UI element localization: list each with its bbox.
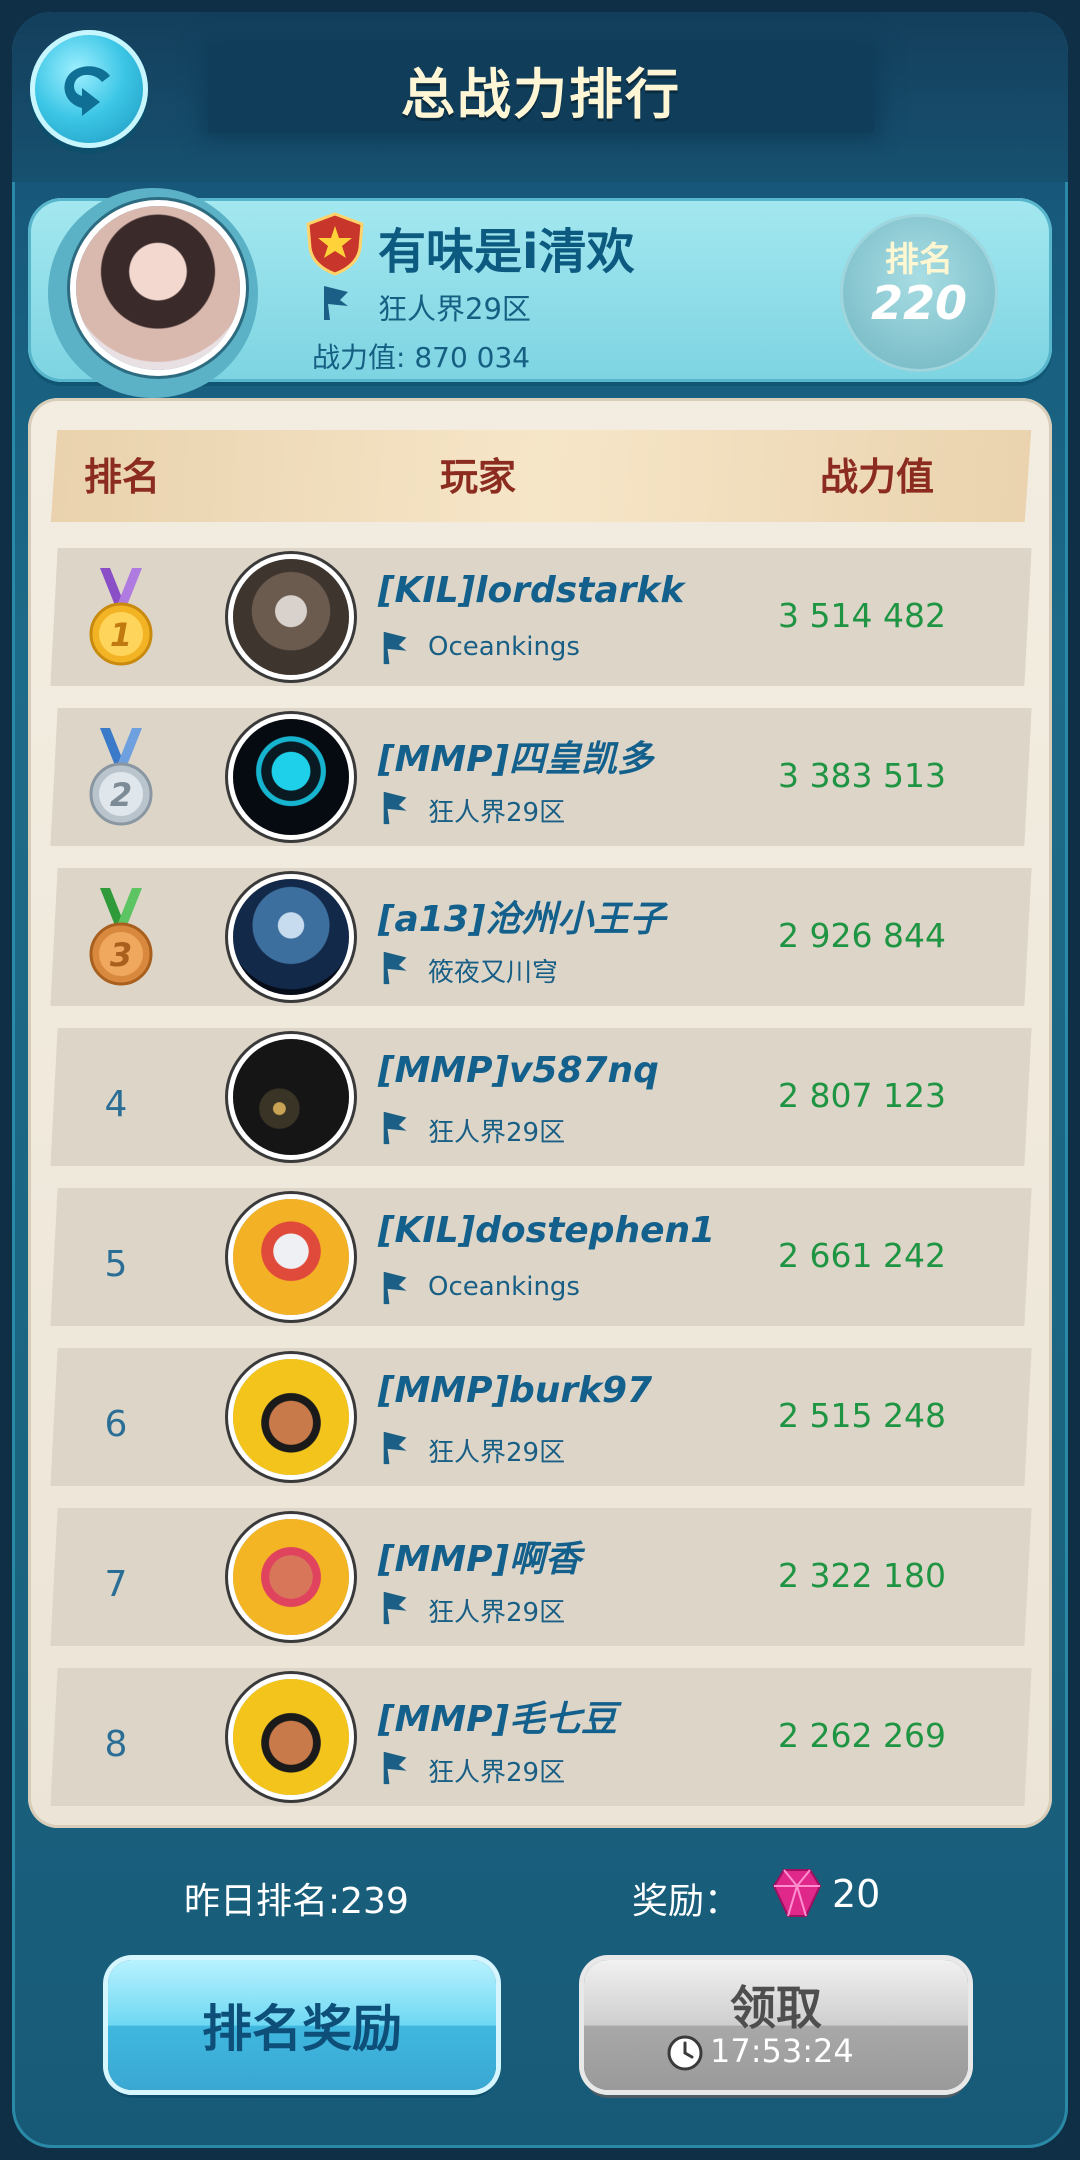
- rank-number: 7: [104, 1564, 128, 1605]
- claim-timer: 17:53:24: [710, 2032, 854, 2070]
- rank-number: 6: [104, 1404, 128, 1445]
- flag-icon: [383, 1751, 407, 1785]
- back-arrow-icon: [64, 66, 110, 116]
- flag-icon: [383, 631, 407, 665]
- my-rank-label: 排名: [885, 240, 953, 280]
- flag-icon: [383, 1431, 407, 1465]
- player-server: 狂人界29区: [428, 1598, 566, 1628]
- player-avatar[interactable]: [233, 559, 349, 675]
- player-power: 2 807 123: [778, 1076, 946, 1115]
- shield-badge-icon: [306, 212, 364, 276]
- back-button[interactable]: [30, 30, 148, 148]
- player-name: [MMP]毛七豆: [378, 1699, 617, 1740]
- yesterday-rank: 昨日排名:239: [184, 1881, 409, 1922]
- player-name: [KIL]lordstarkk: [378, 570, 685, 611]
- player-name: [MMP]啊香: [378, 1539, 581, 1580]
- player-name: [MMP]burk97: [378, 1370, 653, 1411]
- bronze-medal-icon: 3: [89, 888, 153, 986]
- player-power: 3 514 482: [778, 596, 946, 635]
- silver-medal-icon: 2: [89, 728, 153, 826]
- col-header-player: 玩家: [440, 455, 517, 499]
- player-avatar[interactable]: [233, 1359, 349, 1475]
- flag-icon: [383, 1591, 407, 1625]
- claim-button-label: 领取: [730, 1981, 822, 2035]
- player-power: 3 383 513: [778, 756, 946, 795]
- player-avatar[interactable]: [233, 719, 349, 835]
- player-server: Oceankings: [428, 632, 580, 662]
- col-header-rank: 排名: [84, 455, 161, 499]
- flag-icon: [383, 951, 407, 985]
- player-power: 2 515 248: [778, 1396, 946, 1435]
- svg-text:2: 2: [110, 776, 132, 814]
- rank-number: 5: [104, 1244, 128, 1285]
- player-server: 狂人界29区: [428, 798, 566, 828]
- my-power: 战力值: 870 034: [312, 341, 531, 374]
- gold-medal-icon: 1: [89, 568, 153, 666]
- page-title: 总战力排行: [401, 62, 681, 126]
- player-avatar[interactable]: [233, 1519, 349, 1635]
- player-avatar[interactable]: [233, 1199, 349, 1315]
- my-avatar[interactable]: [76, 206, 240, 370]
- flag-icon: [383, 1111, 407, 1145]
- player-server: 筱夜又川穹: [428, 958, 559, 988]
- my-server: 狂人界29区: [378, 292, 531, 326]
- my-player-name: 有味是i清欢: [378, 224, 635, 280]
- clock-icon: [667, 2035, 703, 2071]
- rank-number: 4: [104, 1084, 128, 1125]
- flag-icon: [324, 286, 348, 320]
- player-power: 2 322 180: [778, 1556, 946, 1595]
- svg-text:1: 1: [110, 616, 132, 654]
- player-server: Oceankings: [428, 1272, 580, 1302]
- player-server: 狂人界29区: [428, 1118, 566, 1148]
- reward-label: 奖励：: [632, 1881, 741, 1922]
- player-power: 2 661 242: [778, 1236, 946, 1275]
- player-name: [MMP]v587nq: [378, 1050, 659, 1091]
- player-server: 狂人界29区: [428, 1438, 566, 1468]
- flag-icon: [383, 1271, 407, 1305]
- player-power: 2 926 844: [778, 916, 946, 955]
- player-power: 2 262 269: [778, 1716, 946, 1755]
- rank-reward-button[interactable]: 排名奖励: [108, 1960, 496, 2090]
- player-name: [a13]沧州小王子: [378, 899, 666, 940]
- rank-number: 8: [104, 1724, 128, 1765]
- player-name: [KIL]dostephen1: [378, 1210, 716, 1251]
- col-header-power: 战力值: [820, 455, 935, 499]
- reward-value: 20: [832, 1872, 881, 1916]
- player-avatar[interactable]: [233, 1039, 349, 1155]
- player-server: 狂人界29区: [428, 1758, 566, 1788]
- player-avatar[interactable]: [233, 1679, 349, 1795]
- player-name: [MMP]四皇凯多: [378, 739, 653, 780]
- player-avatar[interactable]: [233, 879, 349, 995]
- flag-icon: [383, 791, 407, 825]
- gem-icon: [772, 1869, 822, 1917]
- svg-text:3: 3: [110, 936, 132, 974]
- my-rank-value: 220: [870, 276, 968, 330]
